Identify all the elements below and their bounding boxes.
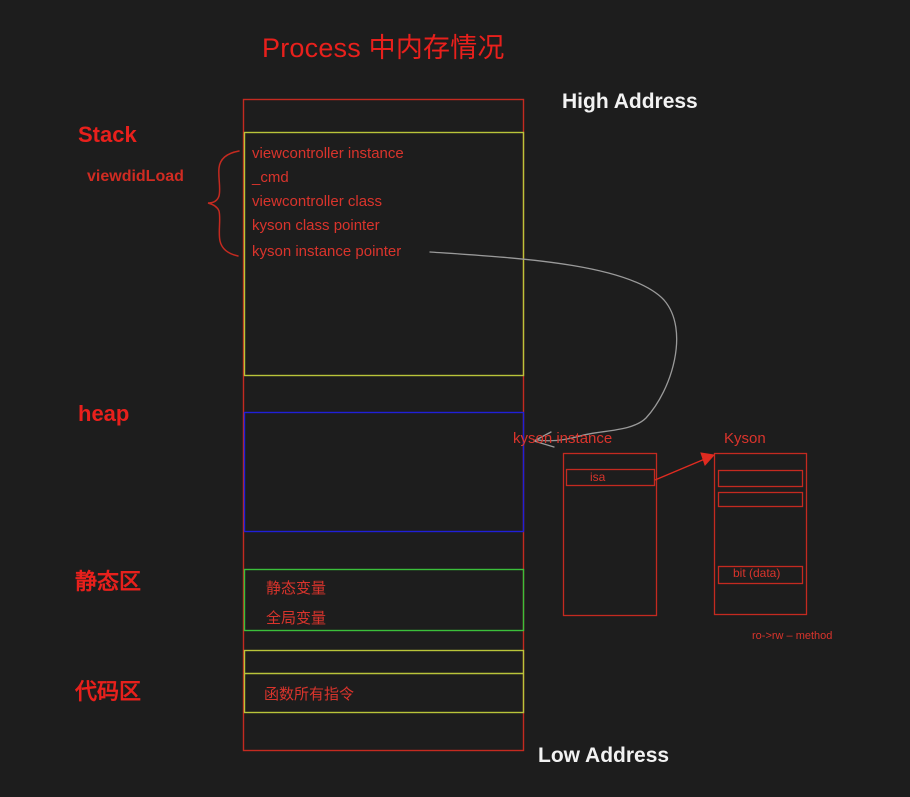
kyson-instance-box — [562, 452, 658, 617]
region-label-heap: heap — [78, 401, 130, 426]
region-label-static: 静态区 — [75, 569, 142, 594]
isa-slot-box — [565, 468, 656, 487]
kyson-class-slot-2 — [717, 491, 804, 508]
low-address-label: Low Address — [538, 744, 670, 767]
page-title: Process 中内存情况 — [262, 33, 505, 63]
kyson-class-label: Kyson — [724, 430, 766, 447]
stack-line-cmd: _cmd — [252, 169, 289, 186]
stack-line-viewcontroller-instance: viewcontroller instance — [252, 145, 404, 162]
region-label-viewdidload: viewdidLoad — [87, 168, 184, 185]
stack-line-kyson-class-pointer: kyson class pointer — [252, 217, 380, 234]
isa-to-class-arrowhead — [700, 452, 715, 466]
bit-data-slot-label: bit (data) — [733, 566, 781, 580]
static-line-static-variable: 静态变量 — [266, 580, 327, 597]
static-line-global-variable: 全局变量 — [266, 610, 327, 627]
region-label-stack: Stack — [78, 122, 137, 147]
high-address-label: High Address — [562, 90, 698, 113]
stack-line-viewcontroller-class: viewcontroller class — [252, 193, 383, 210]
ro-rw-method-footnote: ro->rw – method — [752, 630, 833, 642]
kyson-class-slot-1 — [717, 469, 804, 488]
code-line-function-instructions: 函数所有指令 — [264, 686, 355, 703]
kyson-class-box — [713, 452, 808, 616]
isa-slot-label: isa — [590, 470, 606, 484]
region-label-code: 代码区 — [75, 679, 142, 704]
viewdidload-brace — [207, 150, 240, 257]
stack-line-kyson-instance-pointer: kyson instance pointer — [252, 243, 402, 260]
heap-region-box — [243, 411, 525, 533]
kyson-instance-label: kyson instance — [513, 430, 613, 447]
